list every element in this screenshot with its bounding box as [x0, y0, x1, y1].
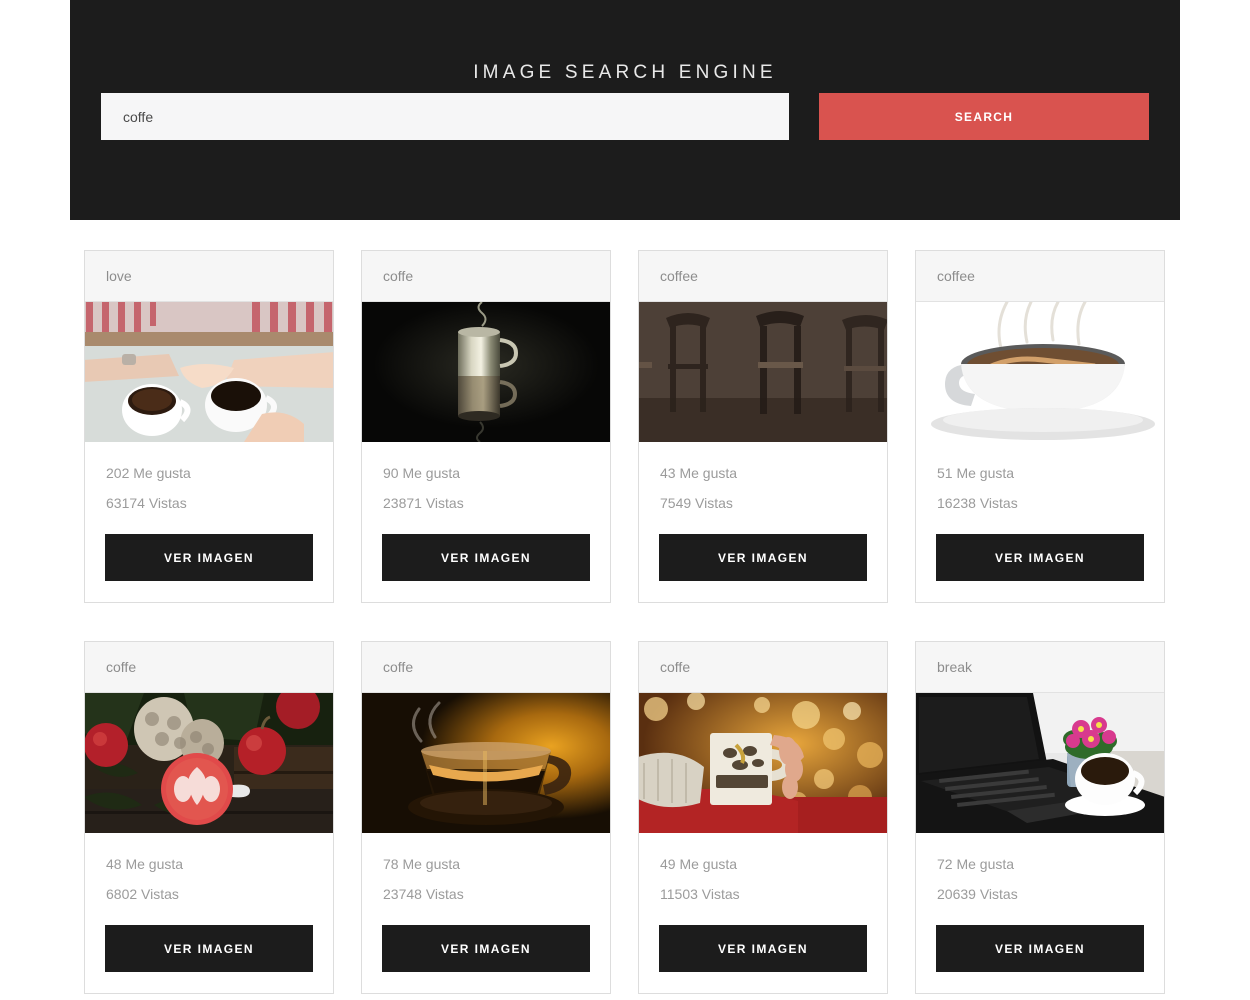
- result-card: coffee 43 Me gusta 7549 Vistas VER IMAGEN: [638, 250, 888, 603]
- card-body: 49 Me gusta 11503 Vistas: [639, 833, 887, 902]
- card-tag-label: coffe: [383, 659, 414, 675]
- card-header: coffee: [916, 251, 1164, 302]
- view-image-button[interactable]: VER IMAGEN: [382, 534, 590, 581]
- view-image-button[interactable]: VER IMAGEN: [936, 925, 1144, 972]
- card-header: break: [916, 642, 1164, 693]
- card-header: coffe: [362, 251, 610, 302]
- result-card: coffe 78 Me gusta 23748 Vistas VER IMAGEN: [361, 641, 611, 994]
- views-count: 11503 Vistas: [660, 886, 740, 902]
- card-tag-label: coffee: [660, 268, 698, 284]
- card-header: coffe: [639, 642, 887, 693]
- card-header: love: [85, 251, 333, 302]
- page-title: IMAGE SEARCH ENGINE: [473, 62, 777, 83]
- card-tag-label: break: [937, 659, 973, 675]
- views-count: 6802 Vistas: [106, 886, 179, 902]
- card-header: coffe: [85, 642, 333, 693]
- card-tag-label: coffe: [106, 659, 137, 675]
- card-body: 72 Me gusta 20639 Vistas: [916, 833, 1164, 902]
- result-thumbnail[interactable]: [639, 693, 887, 833]
- view-image-button[interactable]: VER IMAGEN: [659, 925, 867, 972]
- likes-count: 90 Me gusta: [383, 465, 461, 481]
- result-card: coffee 51 Me gusta 16238 Vistas VER IMAGEN: [915, 250, 1165, 603]
- likes-count: 78 Me gusta: [383, 856, 461, 872]
- view-image-button[interactable]: VER IMAGEN: [936, 534, 1144, 581]
- views-count: 16238 Vistas: [937, 495, 1018, 511]
- likes-count: 48 Me gusta: [106, 856, 184, 872]
- result-card: break 72 Me gusta 20639 Vistas VER IMAGE…: [915, 641, 1165, 994]
- results-grid: love 202 Me gusta 63174 Vistas VER IMAGEN c…: [84, 250, 1166, 994]
- likes-count: 49 Me gusta: [660, 856, 738, 872]
- likes-count: 43 Me gusta: [660, 465, 738, 481]
- card-body: 43 Me gusta 7549 Vistas: [639, 442, 887, 511]
- card-tag-label: coffe: [383, 268, 414, 284]
- result-thumbnail[interactable]: [362, 302, 610, 442]
- card-body: 90 Me gusta 23871 Vistas: [362, 442, 610, 511]
- likes-count: 72 Me gusta: [937, 856, 1015, 872]
- card-body: 202 Me gusta 63174 Vistas: [85, 442, 333, 511]
- result-thumbnail[interactable]: [85, 302, 333, 442]
- result-thumbnail[interactable]: [916, 302, 1164, 442]
- card-body: 78 Me gusta 23748 Vistas: [362, 833, 610, 902]
- views-count: 63174 Vistas: [106, 495, 187, 511]
- result-thumbnail[interactable]: [362, 693, 610, 833]
- card-tag-label: love: [106, 268, 132, 284]
- search-hero: IMAGE SEARCH ENGINE SEARCH: [70, 0, 1180, 220]
- result-thumbnail[interactable]: [639, 302, 887, 442]
- result-card: coffe: [84, 641, 334, 994]
- likes-count: 51 Me gusta: [937, 465, 1015, 481]
- view-image-button[interactable]: VER IMAGEN: [105, 534, 313, 581]
- card-tag-label: coffee: [937, 268, 975, 284]
- card-body: 48 Me gusta 6802 Vistas: [85, 833, 333, 902]
- result-card: coffe 90 Me gusta 23871 Vistas VER IMAGEN: [361, 250, 611, 603]
- result-thumbnail[interactable]: [85, 693, 333, 833]
- search-input[interactable]: [101, 93, 789, 140]
- card-header: coffee: [639, 251, 887, 302]
- search-button[interactable]: SEARCH: [819, 93, 1149, 140]
- result-card: love 202 Me gusta 63174 Vistas VER IMAGEN: [84, 250, 334, 603]
- views-count: 23748 Vistas: [383, 886, 464, 902]
- search-form: SEARCH: [101, 93, 1149, 140]
- views-count: 7549 Vistas: [660, 495, 733, 511]
- card-body: 51 Me gusta 16238 Vistas: [916, 442, 1164, 511]
- view-image-button[interactable]: VER IMAGEN: [659, 534, 867, 581]
- result-thumbnail[interactable]: [916, 693, 1164, 833]
- view-image-button[interactable]: VER IMAGEN: [382, 925, 590, 972]
- result-card: coffe: [638, 641, 888, 994]
- views-count: 23871 Vistas: [383, 495, 464, 511]
- likes-count: 202 Me gusta: [106, 465, 191, 481]
- view-image-button[interactable]: VER IMAGEN: [105, 925, 313, 972]
- card-tag-label: coffe: [660, 659, 691, 675]
- views-count: 20639 Vistas: [937, 886, 1018, 902]
- card-header: coffe: [362, 642, 610, 693]
